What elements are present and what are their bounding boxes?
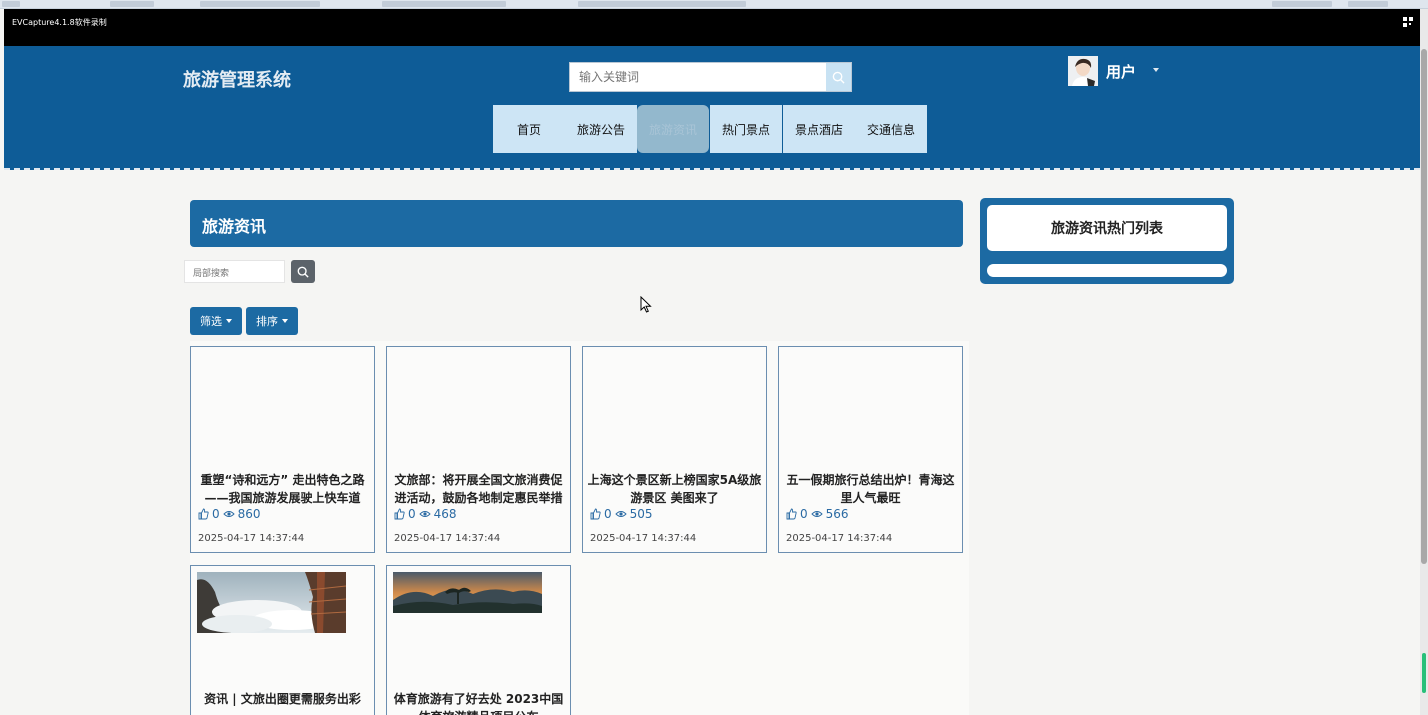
- nav-hot-spots[interactable]: 热门景点: [710, 105, 782, 153]
- like-count: 0: [604, 507, 612, 521]
- card-title: 资讯 | 文旅出圈更需服务出彩: [204, 692, 361, 706]
- scroll-thumb[interactable]: [1421, 49, 1427, 564]
- news-card[interactable]: 体育旅游有了好去处 2023中国体育旅游精品项目公布: [386, 565, 571, 715]
- filter-button[interactable]: 筛选: [190, 307, 242, 335]
- search-input[interactable]: [570, 63, 826, 91]
- card-date: 2025-04-17 14:37:44: [198, 533, 305, 544]
- nav-home[interactable]: 首页: [493, 105, 565, 153]
- site-title: 旅游管理系统: [183, 70, 291, 91]
- thumbs-up-icon: [198, 508, 209, 520]
- like-count: 0: [212, 507, 220, 521]
- caret-down-icon: [226, 319, 232, 323]
- hot-list-title: 旅游资讯热门列表: [987, 205, 1227, 251]
- search-button[interactable]: [826, 63, 851, 91]
- global-search: [569, 62, 852, 92]
- view-count: 468: [433, 507, 457, 521]
- search-icon: [832, 71, 845, 84]
- nav-transport[interactable]: 交通信息: [855, 105, 927, 153]
- news-card[interactable]: 重塑“诗和远方” 走出特色之路——我国旅游发展驶上快车道 0 860 2025-…: [190, 346, 375, 553]
- nav-hotels[interactable]: 景点酒店: [783, 105, 855, 153]
- page-scrollbar[interactable]: [1420, 9, 1428, 715]
- user-menu[interactable]: 用户: [1068, 56, 1168, 88]
- card-date: 2025-04-17 14:37:44: [590, 533, 697, 544]
- nav-travel-news[interactable]: 旅游资讯: [637, 105, 709, 153]
- recorder-title: EVCapture4.1.8软件录制: [12, 18, 107, 27]
- card-title: 上海这个景区新上榜国家5A级旅游景区 美图来了: [587, 473, 762, 505]
- filter-label: 筛选: [200, 315, 222, 328]
- thumbs-up-icon: [590, 508, 601, 520]
- card-date: 2025-04-17 14:37:44: [394, 533, 501, 544]
- card-date: 2025-04-17 14:37:44: [786, 533, 893, 544]
- view-count: 566: [825, 507, 849, 521]
- news-card[interactable]: 资讯 | 文旅出圈更需服务出彩: [190, 565, 375, 715]
- eye-icon: [811, 511, 823, 517]
- sort-label: 排序: [256, 315, 278, 328]
- card-title: 文旅部：将开展全国文旅消费促进活动，鼓励各地制定惠民举措: [394, 473, 563, 505]
- card-stats: 0 505: [590, 507, 653, 521]
- local-search: [184, 260, 285, 285]
- user-label: 用户: [1106, 63, 1137, 81]
- nav-announcements[interactable]: 旅游公告: [565, 105, 637, 153]
- scroll-indicator: [1422, 653, 1426, 693]
- eye-icon: [223, 511, 235, 517]
- grid-icon[interactable]: [1402, 16, 1414, 28]
- sort-button[interactable]: 排序: [246, 307, 298, 335]
- local-search-button[interactable]: [291, 260, 315, 283]
- like-count: 0: [408, 507, 416, 521]
- card-image-cliff-clouds: [197, 572, 346, 633]
- like-count: 0: [800, 507, 808, 521]
- news-card[interactable]: 五一假期旅行总结出炉！青海这里人气最旺 0 566 2025-04-17 14:…: [778, 346, 963, 553]
- card-stats: 0 468: [394, 507, 457, 521]
- hot-list: [987, 264, 1227, 277]
- card-title: 重塑“诗和远方” 走出特色之路——我国旅游发展驶上快车道: [200, 473, 365, 505]
- thumbs-up-icon: [394, 508, 405, 520]
- search-icon: [297, 266, 309, 278]
- section-header: 旅游资讯: [190, 200, 963, 247]
- caret-down-icon: [282, 319, 288, 323]
- local-search-input[interactable]: [185, 263, 284, 285]
- news-card[interactable]: 文旅部：将开展全国文旅消费促进活动，鼓励各地制定惠民举措 0 468 2025-…: [386, 346, 571, 553]
- card-title: 五一假期旅行总结出炉！青海这里人气最旺: [786, 473, 955, 505]
- section-title: 旅游资讯: [202, 217, 267, 236]
- thumbs-up-icon: [786, 508, 797, 520]
- card-title: 体育旅游有了好去处 2023中国体育旅游精品项目公布: [393, 692, 564, 715]
- card-image-mountain-sunset: [393, 572, 542, 613]
- site-header: 旅游管理系统 用户 首页 旅游公告 旅游资讯 热门景点 景点酒店 交通信息: [4, 46, 1420, 170]
- card-stats: 0 566: [786, 507, 849, 521]
- hot-list-panel: 旅游资讯热门列表: [980, 198, 1234, 284]
- chevron-down-icon: [1153, 68, 1159, 72]
- view-count: 505: [629, 507, 653, 521]
- avatar: [1068, 56, 1098, 86]
- news-card[interactable]: 上海这个景区新上榜国家5A级旅游景区 美图来了 0 505 2025-04-17…: [582, 346, 767, 553]
- eye-icon: [419, 511, 431, 517]
- view-count: 860: [237, 507, 261, 521]
- eye-icon: [615, 511, 627, 517]
- card-stats: 0 860: [198, 507, 261, 521]
- mouse-cursor-icon: [640, 296, 652, 313]
- recorder-bar: EVCapture4.1.8软件录制: [4, 9, 1420, 46]
- os-taskbar-strip: [0, 0, 1428, 9]
